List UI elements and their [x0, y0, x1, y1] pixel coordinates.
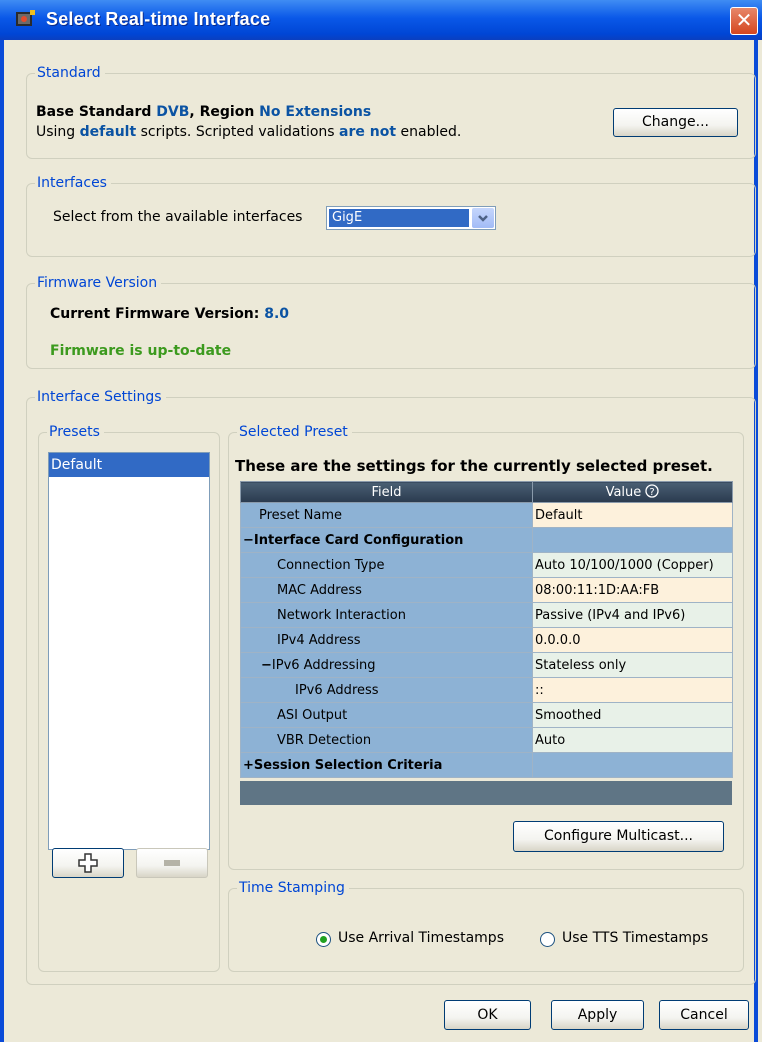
interface-selected-value: GigE: [329, 209, 469, 227]
group-label: Session Selection Criteria: [253, 757, 443, 773]
collapse-toggle[interactable]: −: [261, 658, 272, 673]
arrival-timestamps-radio[interactable]: [316, 932, 331, 947]
region-sep: , Region: [189, 104, 260, 120]
region-value: No Extensions: [259, 104, 372, 120]
value-cell[interactable]: Auto: [532, 727, 733, 753]
window-title: Select Real-time Interface: [46, 9, 271, 29]
validation-status: are not: [339, 124, 397, 140]
selected-preset-heading: These are the settings for the currently…: [235, 457, 713, 475]
table-row[interactable]: IPv4 Address 0.0.0.0: [240, 627, 733, 653]
scripts-mid: scripts. Scripted validations: [136, 124, 340, 140]
preset-item-default[interactable]: Default: [49, 453, 209, 477]
interface-select[interactable]: GigE: [326, 206, 496, 230]
value-column-header: Value ?: [532, 481, 733, 503]
value-cell[interactable]: 08:00:11:1D:AA:FB: [532, 577, 733, 603]
scripts-suffix: enabled.: [396, 124, 462, 140]
field-cell: ASI Output: [240, 702, 533, 728]
standard-prefix: Base Standard: [36, 104, 157, 120]
value-cell[interactable]: 0.0.0.0: [532, 627, 733, 653]
change-button[interactable]: Change...: [613, 108, 738, 137]
tts-timestamps-label[interactable]: Use TTS Timestamps: [562, 930, 708, 946]
help-icon[interactable]: ?: [645, 484, 660, 498]
firmware-legend: Firmware Version: [35, 274, 162, 292]
plus-icon: [78, 853, 98, 873]
remove-preset-button[interactable]: [136, 848, 208, 878]
app-icon: [16, 10, 35, 26]
apply-button[interactable]: Apply: [551, 1000, 644, 1030]
svg-text:?: ?: [650, 487, 655, 498]
tts-timestamps-radio[interactable]: [540, 932, 555, 947]
arrival-timestamps-label[interactable]: Use Arrival Timestamps: [338, 930, 504, 946]
presets-legend: Presets: [47, 423, 104, 441]
dropdown-button[interactable]: [472, 208, 494, 228]
field-cell: MAC Address: [240, 577, 533, 603]
field-cell: Network Interaction: [240, 602, 533, 628]
interfaces-label: Select from the available interfaces: [53, 209, 303, 225]
field-cell: Preset Name: [240, 502, 533, 528]
scripts-prefix: Using: [36, 124, 80, 140]
standard-info: Base Standard DVB, Region No Extensions …: [36, 102, 461, 142]
table-row[interactable]: Preset Name Default: [240, 502, 733, 528]
cancel-button[interactable]: Cancel: [659, 1000, 749, 1030]
field-cell: IPv4 Address: [240, 627, 533, 653]
add-preset-button[interactable]: [52, 848, 124, 878]
settings-table: Field Value ? Preset Name Default −Inter…: [240, 481, 733, 778]
value-cell: [532, 527, 733, 553]
group-label: IPv6 Addressing: [271, 657, 376, 673]
presets-list[interactable]: Default: [48, 452, 210, 850]
standard-value: DVB: [156, 104, 190, 120]
table-row[interactable]: ASI Output Smoothed: [240, 702, 733, 728]
radio-selected-dot: [320, 936, 327, 943]
value-cell[interactable]: Stateless only: [532, 652, 733, 678]
table-group-row[interactable]: +Session Selection Criteria: [240, 752, 733, 778]
standard-line-2: Using default scripts. Scripted validati…: [36, 122, 461, 142]
value-cell[interactable]: Default: [532, 502, 733, 528]
field-cell: IPv6 Address: [240, 677, 533, 703]
table-group-row[interactable]: −Interface Card Configuration: [240, 527, 733, 553]
field-cell: Connection Type: [240, 552, 533, 578]
selected-preset-legend: Selected Preset: [237, 423, 352, 441]
expand-toggle[interactable]: +: [243, 758, 254, 773]
table-header-row: Field Value ?: [240, 481, 733, 503]
firmware-current-label: Current Firmware Version:: [50, 306, 265, 322]
table-empty-area: [240, 781, 732, 805]
value-cell: [532, 752, 733, 778]
field-cell: +Session Selection Criteria: [240, 752, 533, 778]
close-button[interactable]: ✕: [730, 7, 758, 35]
table-group-row[interactable]: −IPv6 Addressing Stateless only: [240, 652, 733, 678]
chevron-down-icon: [478, 215, 488, 222]
configure-multicast-button[interactable]: Configure Multicast...: [513, 821, 724, 852]
interface-settings-legend: Interface Settings: [35, 388, 166, 406]
value-cell[interactable]: Smoothed: [532, 702, 733, 728]
value-cell[interactable]: Auto 10/100/1000 (Copper): [532, 552, 733, 578]
minus-icon: [164, 860, 180, 866]
time-stamping-legend: Time Stamping: [237, 879, 349, 897]
firmware-status: Firmware is up-to-date: [50, 343, 232, 359]
table-row[interactable]: VBR Detection Auto: [240, 727, 733, 753]
scripts-value: default: [79, 124, 137, 140]
value-cell[interactable]: ::: [532, 677, 733, 703]
table-row[interactable]: Network Interaction Passive (IPv4 and IP…: [240, 602, 733, 628]
table-row[interactable]: MAC Address 08:00:11:1D:AA:FB: [240, 577, 733, 603]
firmware-current-value: 8.0: [264, 306, 290, 322]
ok-button[interactable]: OK: [444, 1000, 531, 1030]
collapse-toggle[interactable]: −: [243, 533, 254, 548]
field-column-header: Field: [240, 481, 533, 503]
standard-legend: Standard: [35, 64, 105, 82]
field-cell: VBR Detection: [240, 727, 533, 753]
title-bar[interactable]: Select Real-time Interface ✕: [0, 0, 762, 40]
interfaces-legend: Interfaces: [35, 174, 111, 192]
value-cell[interactable]: Passive (IPv4 and IPv6): [532, 602, 733, 628]
firmware-current: Current Firmware Version: 8.0: [50, 306, 289, 322]
value-column-label: Value: [605, 485, 642, 500]
table-row[interactable]: Connection Type Auto 10/100/1000 (Copper…: [240, 552, 733, 578]
close-icon: ✕: [735, 8, 753, 32]
table-row[interactable]: IPv6 Address ::: [240, 677, 733, 703]
field-cell: −Interface Card Configuration: [240, 527, 533, 553]
standard-line-1: Base Standard DVB, Region No Extensions: [36, 102, 461, 122]
group-label: Interface Card Configuration: [253, 532, 464, 548]
field-cell: −IPv6 Addressing: [240, 652, 533, 678]
